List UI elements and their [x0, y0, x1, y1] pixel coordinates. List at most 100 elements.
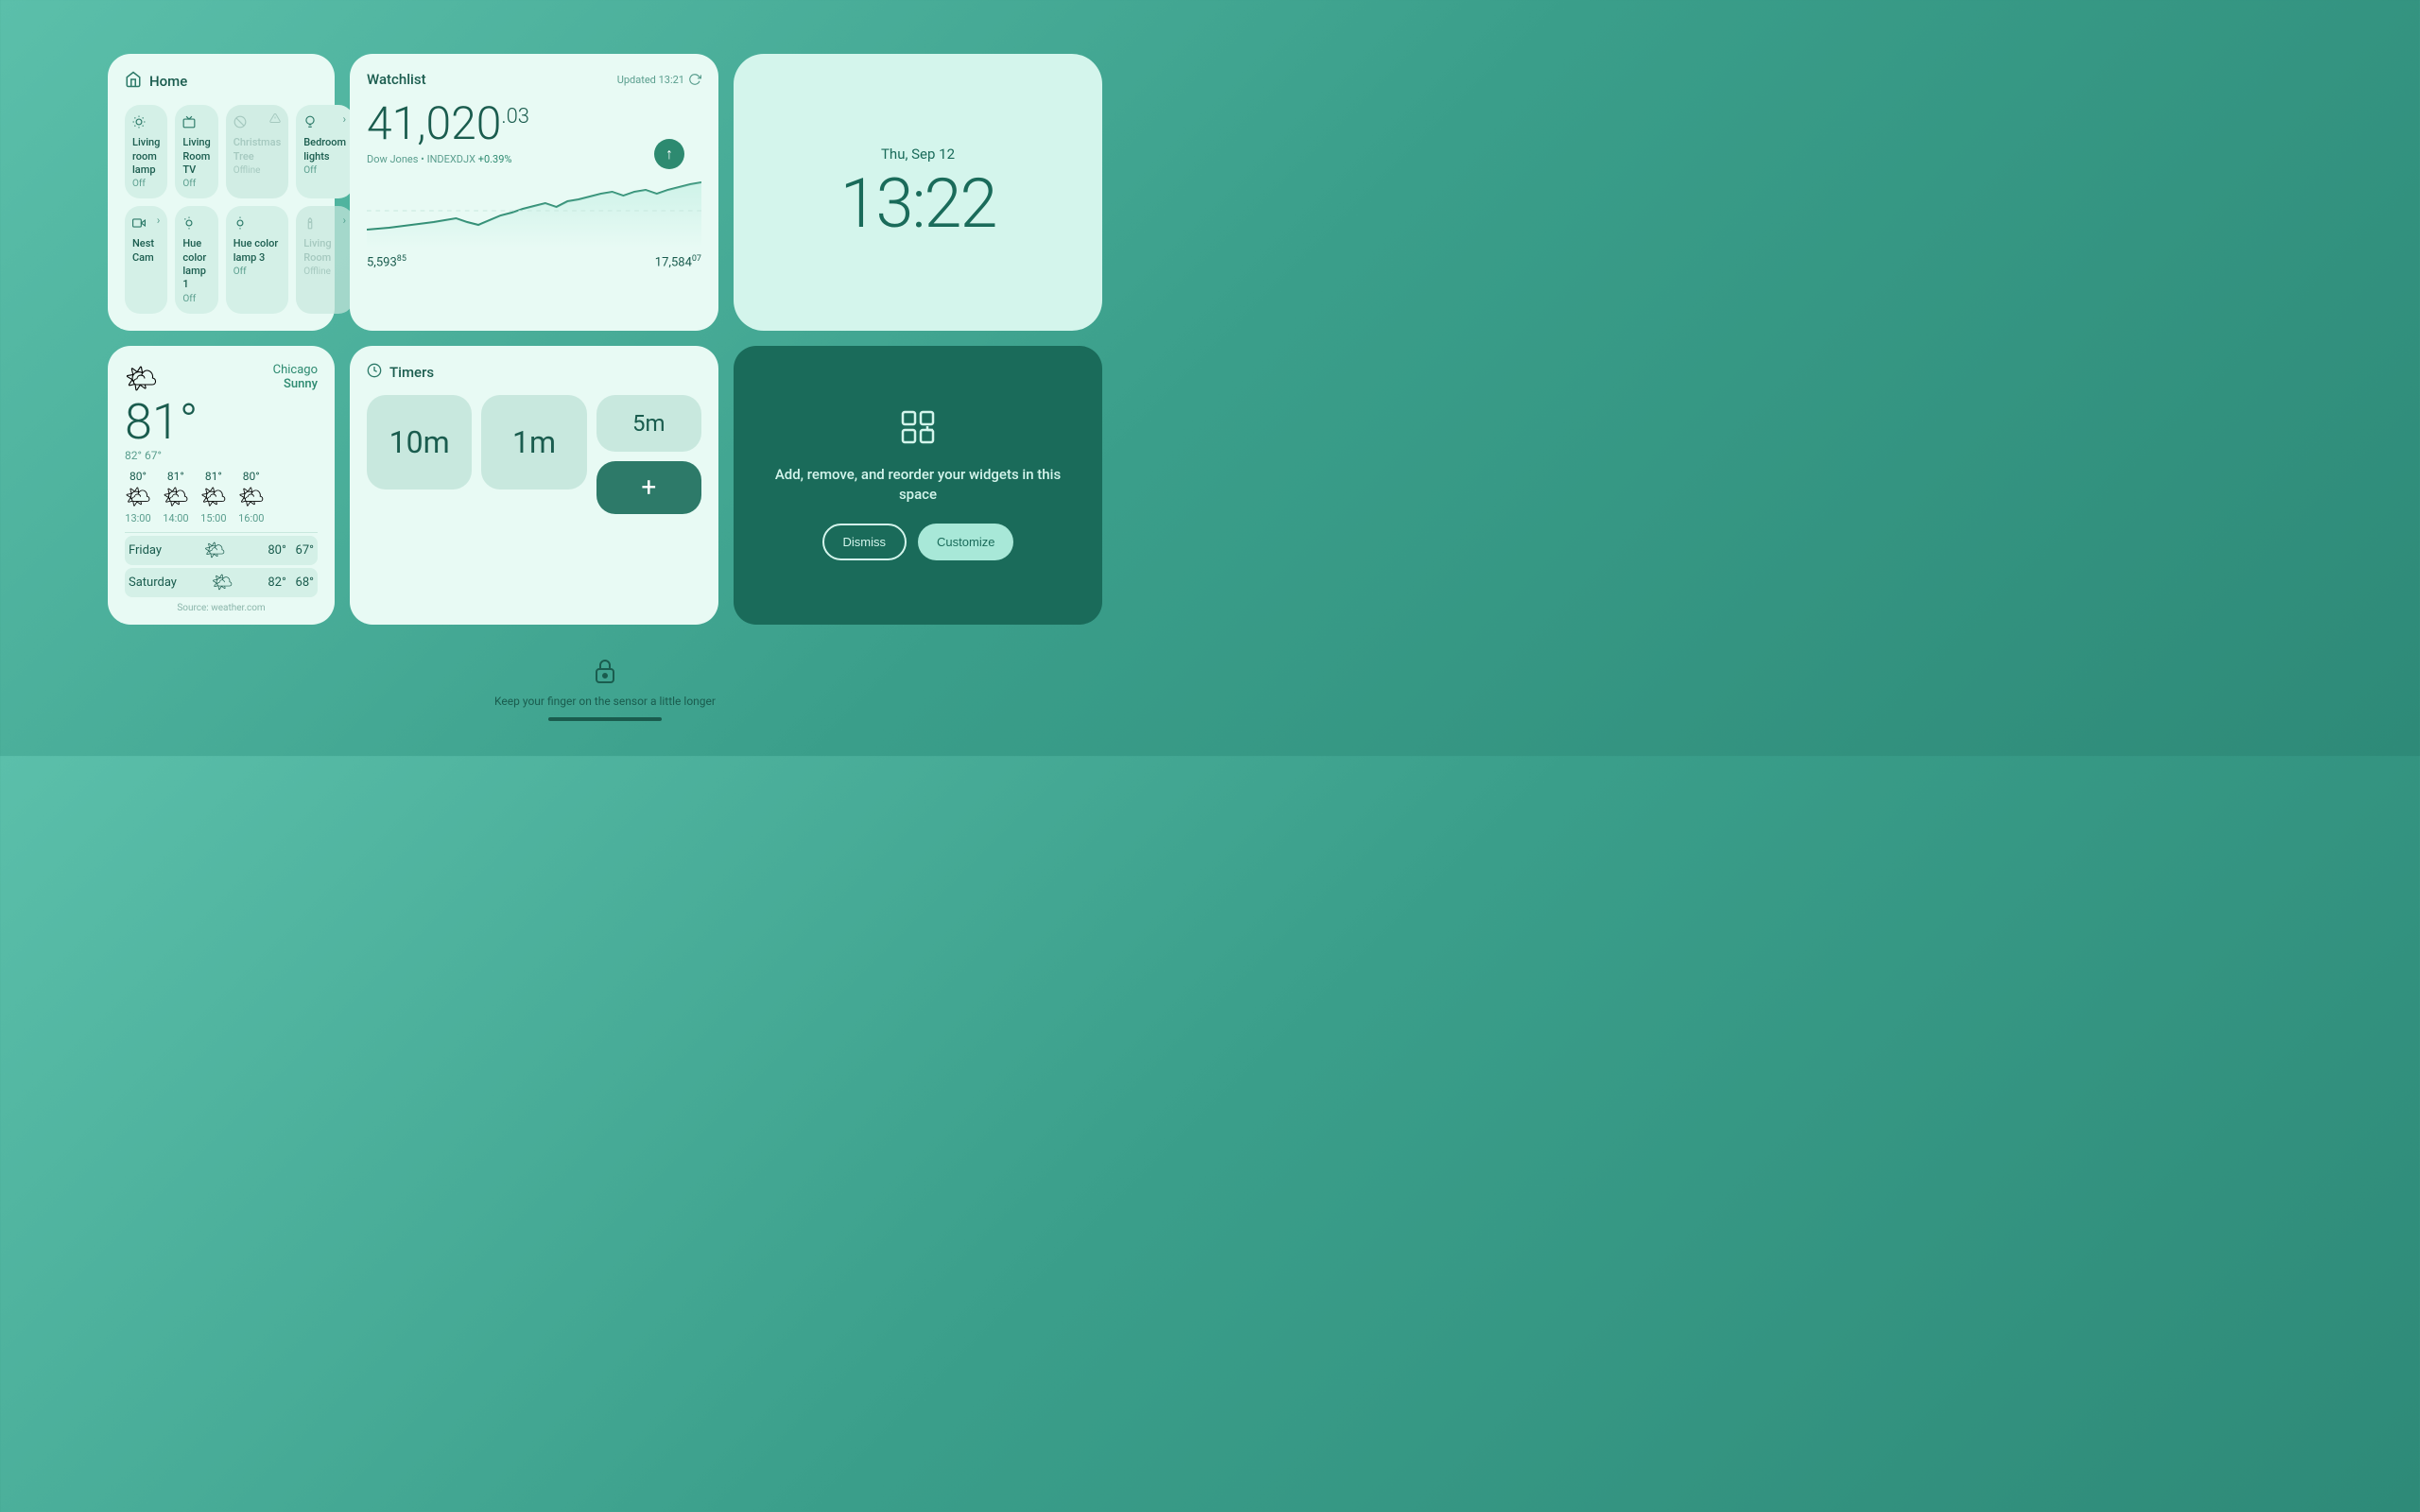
watchlist-title: Watchlist: [367, 71, 426, 88]
living-room-offline-status: Offline: [303, 266, 331, 277]
timer-5m[interactable]: 5m: [596, 395, 701, 452]
clock-widget: Thu, Sep 12 13:22: [734, 54, 1102, 330]
home-item-hue-lamp-1[interactable]: Hue color lamp 1 Off: [175, 206, 217, 313]
hourly-sun-icon-4: 🌤: [238, 486, 265, 509]
clock-date: Thu, Sep 12: [881, 146, 955, 163]
timer-10m-value: 10m: [389, 424, 450, 460]
sub-value-2: 17,58407: [655, 254, 701, 269]
timer-col-2: 1m: [481, 395, 586, 514]
hue-lamp3-status: Off: [233, 266, 247, 277]
customize-widget: Add, remove, and reorder your widgets in…: [734, 346, 1102, 625]
home-items-grid: Living room lamp Off Living Room TV Off: [125, 105, 318, 313]
home-item-living-room-lamp[interactable]: Living room lamp Off: [125, 105, 167, 198]
christmas-tree-status: Offline: [233, 165, 261, 176]
more-icon: ›: [342, 112, 346, 126]
timer-1m-value: 1m: [512, 424, 556, 460]
weather-widget: 🌤 Chicago Sunny 81° 82° 67° 80° 🌤 13:00 …: [108, 346, 335, 625]
watchlist-widget: Watchlist Updated 13:21 41,020.03 Dow Jo…: [350, 54, 718, 330]
timers-grid: 10m 1m 5m +: [367, 395, 701, 514]
hourly-sun-icon-1: 🌤: [125, 486, 151, 509]
home-item-bedroom-lights[interactable]: › Bedroom lights Off: [296, 105, 354, 198]
hourly-item-3: 81° 🌤 15:00: [200, 470, 227, 524]
home-item-living-room-offline[interactable]: › Living Room Offline: [296, 206, 354, 313]
candle-icon: [303, 215, 317, 233]
weather-city: Chicago: [273, 363, 318, 377]
hue-lamp3-icon: [233, 215, 247, 233]
saturday-sun-icon: 🌤: [212, 573, 233, 593]
timers-widget: Timers 10m 1m 5m +: [350, 346, 718, 625]
bulb-icon: [132, 114, 146, 132]
timer-add-icon: +: [641, 472, 656, 503]
bedroom-lights-status: Off: [303, 165, 317, 176]
living-room-lamp-name: Living room lamp: [132, 136, 160, 177]
home-item-living-room-tv[interactable]: Living Room TV Off: [175, 105, 217, 198]
lock-icon: [595, 659, 615, 689]
weather-source: Source: weather.com: [125, 603, 318, 613]
timer-col-3: 5m +: [596, 395, 701, 514]
home-widget: Home Living room lamp Off: [108, 54, 335, 330]
timers-header: Timers: [367, 363, 701, 382]
weather-temp-main: 81°: [125, 398, 318, 447]
timer-5m-value: 5m: [632, 410, 666, 437]
customize-buttons: Dismiss Customize: [822, 524, 1014, 560]
home-item-hue-lamp-3[interactable]: Hue color lamp 3 Off: [226, 206, 288, 313]
friday-sun-icon: 🌤: [204, 541, 226, 560]
timer-icon: [367, 363, 382, 382]
timer-10m[interactable]: 10m: [367, 395, 472, 490]
home-item-nest-cam[interactable]: › Nest Cam: [125, 206, 167, 313]
offline-icon: [233, 114, 247, 132]
bedroom-lights-icon: [303, 114, 317, 132]
hue-lamp1-status: Off: [182, 294, 196, 304]
customize-widget-icon: [901, 410, 935, 452]
weather-hourly: 80° 🌤 13:00 81° 🌤 14:00 81° 🌤 15:00 80° …: [125, 470, 318, 524]
timer-1m[interactable]: 1m: [481, 395, 586, 490]
home-header: Home: [125, 71, 318, 92]
living-room-tv-status: Off: [182, 179, 196, 189]
stock-label: Dow Jones • INDEXDJX +0.39%: [367, 153, 529, 165]
hue-lamp1-icon: [182, 215, 196, 233]
forecast-saturday: Saturday 🌤 82° 68°: [125, 568, 318, 597]
weather-condition: Sunny: [273, 377, 318, 391]
stock-chart: [367, 173, 701, 249]
hourly-item-4: 80° 🌤 16:00: [238, 470, 265, 524]
weather-hi-lo: 82° 67°: [125, 449, 318, 462]
customize-button[interactable]: Customize: [918, 524, 1013, 560]
home-title: Home: [149, 73, 187, 90]
nest-cam-name: Nest Cam: [132, 237, 160, 265]
timer-add-button[interactable]: +: [596, 461, 701, 514]
watchlist-header: Watchlist Updated 13:21: [367, 71, 701, 88]
stock-up-button[interactable]: ↑: [654, 139, 684, 169]
home-icon: [125, 71, 142, 92]
camera-icon: [132, 215, 146, 233]
lock-hint-text: Keep your finger on the sensor a little …: [494, 695, 716, 708]
forecast-friday: Friday 🌤 80° 67°: [125, 536, 318, 565]
weather-top: 🌤 Chicago Sunny: [125, 363, 318, 394]
living-room-tv-name: Living Room TV: [182, 136, 210, 177]
stock-value: 41,020.03: [367, 99, 529, 149]
warning-icon: [269, 112, 281, 127]
weather-forecast: Friday 🌤 80° 67° Saturday 🌤 82° 68°: [125, 532, 318, 597]
hourly-sun-icon-2: 🌤: [163, 486, 189, 509]
living-room-lamp-status: Off: [132, 179, 146, 189]
tv-icon: [182, 114, 196, 132]
hue-lamp3-name: Hue color lamp 3: [233, 237, 281, 265]
hue-lamp1-name: Hue color lamp 1: [182, 237, 210, 291]
customize-text: Add, remove, and reorder your widgets in…: [754, 465, 1081, 505]
home-item-christmas-tree[interactable]: Christmas Tree Offline: [226, 105, 288, 198]
hourly-sun-icon-3: 🌤: [200, 486, 227, 509]
sub-value-1: 5,59385: [367, 254, 406, 269]
hourly-item-1: 80° 🌤 13:00: [125, 470, 151, 524]
bottom-bar: [548, 717, 662, 721]
nest-more-icon: ›: [157, 214, 161, 227]
timers-title: Timers: [389, 364, 434, 381]
dismiss-button[interactable]: Dismiss: [822, 524, 908, 560]
clock-time: 13:22: [840, 170, 996, 238]
hourly-item-2: 81° 🌤 14:00: [163, 470, 189, 524]
bedroom-lights-name: Bedroom lights: [303, 136, 346, 163]
christmas-tree-name: Christmas Tree: [233, 136, 281, 163]
weather-sun-icon: 🌤: [125, 363, 159, 394]
bottom-section: Keep your finger on the sensor a little …: [494, 659, 716, 721]
timer-col-1: 10m: [367, 395, 472, 514]
living-room-more-icon: ›: [342, 214, 346, 227]
living-room-offline-name: Living Room: [303, 237, 346, 265]
